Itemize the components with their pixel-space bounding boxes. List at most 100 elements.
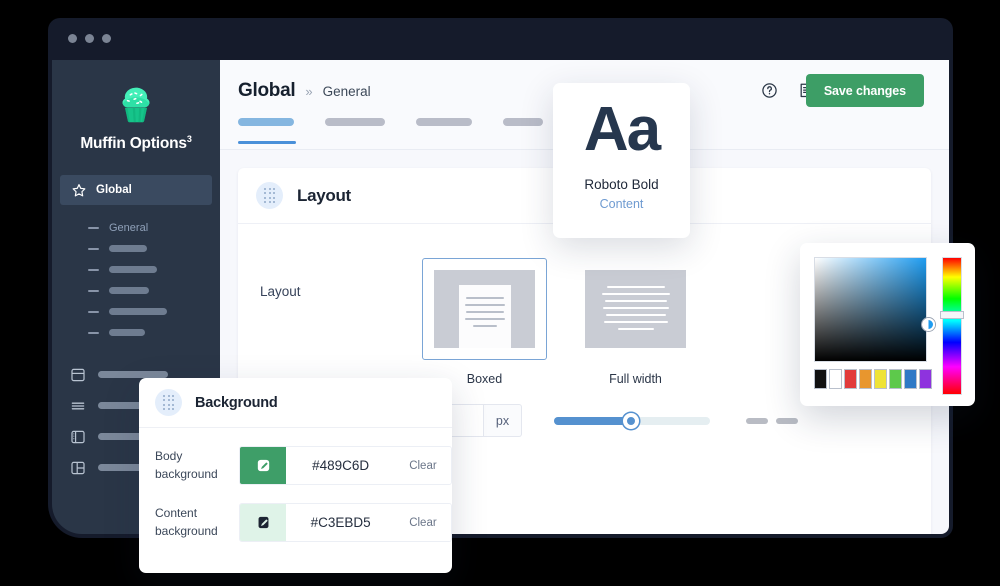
sidebar-subnav: General	[52, 217, 220, 343]
placeholder-bar	[746, 417, 768, 424]
window-controls[interactable]	[68, 34, 111, 43]
preset-swatch[interactable]	[874, 369, 887, 389]
brand-name: Muffin Options	[80, 135, 187, 153]
menu-lines-icon	[71, 402, 85, 410]
tab-3[interactable]	[416, 118, 472, 140]
brand-title: Muffin Options3	[52, 134, 220, 153]
columns-layout-icon	[71, 461, 85, 474]
active-tab-indicator	[238, 141, 296, 144]
body-background-swatch[interactable]	[240, 447, 287, 484]
subnav-item-placeholder[interactable]	[88, 322, 220, 343]
layout-option-boxed[interactable]: Boxed	[422, 258, 547, 386]
preset-swatch[interactable]	[919, 369, 932, 389]
background-panel-header: Background	[139, 378, 452, 428]
content-background-swatch[interactable]	[240, 504, 287, 541]
subnav-item-placeholder[interactable]	[88, 238, 220, 259]
sidebar-panel-icon	[71, 430, 85, 443]
preset-swatch[interactable]	[844, 369, 857, 389]
content-background-clear-button[interactable]: Clear	[394, 504, 451, 541]
tab-2[interactable]	[325, 118, 385, 140]
hue-slider-knob[interactable]	[940, 311, 964, 319]
font-sample-text: Aa	[583, 95, 661, 164]
breadcrumb: Global » General	[238, 80, 371, 102]
header-layout-icon	[71, 368, 85, 381]
placeholder-bar	[109, 245, 147, 253]
save-changes-button[interactable]: Save changes	[805, 74, 924, 107]
body-background-control: #489C6D Clear	[239, 446, 452, 485]
sidebar-item-global[interactable]: Global	[60, 175, 212, 206]
screenshot-stage: Muffin Options3 Global General Global » …	[0, 0, 1000, 586]
slider-knob[interactable]	[622, 412, 639, 429]
brand-version: 3	[186, 134, 192, 144]
extra-controls-placeholder	[746, 417, 798, 424]
boxed-page	[458, 285, 511, 348]
body-background-hex[interactable]: #489C6D	[286, 447, 395, 484]
placeholder-bar	[109, 329, 145, 337]
subnav-item-general-label: General	[109, 221, 149, 234]
content-background-label: Content background	[155, 506, 218, 538]
tab-1[interactable]	[238, 118, 294, 140]
full-width-preview	[585, 270, 686, 348]
eyedropper-icon	[257, 459, 269, 472]
preset-swatch[interactable]	[859, 369, 872, 389]
placeholder-bar	[109, 287, 149, 295]
layout-row-label: Layout	[260, 284, 301, 299]
sidebar-item-global-label: Global	[96, 184, 132, 197]
content-background-row: Content background #C3EBD5 Clear	[139, 485, 452, 542]
subnav-item-general[interactable]: General	[88, 217, 220, 238]
dash-marker	[88, 310, 99, 313]
brand-logo	[52, 82, 220, 128]
color-presets	[814, 369, 932, 389]
dash-marker	[88, 226, 99, 229]
eyedropper-icon	[258, 516, 269, 529]
layout-options: Boxed Full width	[422, 258, 698, 386]
question-circle-icon[interactable]	[761, 82, 778, 99]
placeholder-bar	[109, 308, 167, 316]
body-background-clear-button[interactable]: Clear	[394, 447, 451, 484]
preset-swatch[interactable]	[889, 369, 902, 389]
preset-swatch[interactable]	[829, 369, 842, 389]
window-dot-close[interactable]	[68, 34, 77, 43]
star-icon	[72, 184, 86, 197]
tab-label-placeholder	[325, 118, 385, 126]
dot-grid	[163, 395, 174, 410]
width-unit-field[interactable]: px	[484, 404, 522, 437]
breadcrumb-current: General	[322, 84, 371, 99]
font-target-label: Content	[599, 197, 644, 211]
dash-marker	[88, 331, 99, 334]
subnav-item-placeholder[interactable]	[88, 301, 220, 322]
boxed-preview	[434, 270, 535, 348]
window-dot-minimize[interactable]	[85, 34, 94, 43]
preset-swatch[interactable]	[904, 369, 917, 389]
tab-4[interactable]	[503, 118, 543, 140]
layout-option-full-width[interactable]: Full width	[573, 258, 698, 386]
subnav-item-placeholder[interactable]	[88, 259, 220, 280]
background-panel: Background Body background #489C6D Clear…	[139, 378, 452, 573]
saturation-value-area[interactable]	[814, 257, 927, 362]
dot-grid	[264, 188, 275, 203]
preset-swatch[interactable]	[814, 369, 827, 389]
subnav-item-placeholder[interactable]	[88, 280, 220, 301]
full-width-thumbnail	[573, 258, 698, 360]
drag-handle-icon[interactable]	[155, 389, 182, 416]
full-width-lines	[585, 270, 686, 330]
body-background-label: Body background	[155, 449, 218, 481]
font-preview-card[interactable]: Aa Roboto Bold Content	[553, 83, 690, 238]
browser-titlebar	[48, 18, 953, 60]
layout-panel-title: Layout	[297, 185, 351, 205]
content-background-hex[interactable]: #C3EBD5	[286, 504, 395, 541]
hue-slider[interactable]	[942, 257, 962, 395]
breadcrumb-separator-icon: »	[305, 84, 313, 99]
window-dot-maximize[interactable]	[102, 34, 111, 43]
tab-label-placeholder	[503, 118, 543, 126]
background-panel-title: Background	[195, 394, 278, 411]
boxed-thumbnail	[422, 258, 547, 360]
tab-label-placeholder	[238, 118, 294, 126]
color-picker	[800, 243, 975, 406]
font-name-label: Roboto Bold	[584, 177, 659, 192]
saturation-value-cursor[interactable]	[922, 318, 935, 331]
content-background-control: #C3EBD5 Clear	[239, 503, 452, 542]
width-slider[interactable]	[554, 412, 710, 429]
drag-handle-icon[interactable]	[256, 182, 283, 209]
breadcrumb-root[interactable]: Global	[238, 80, 296, 102]
